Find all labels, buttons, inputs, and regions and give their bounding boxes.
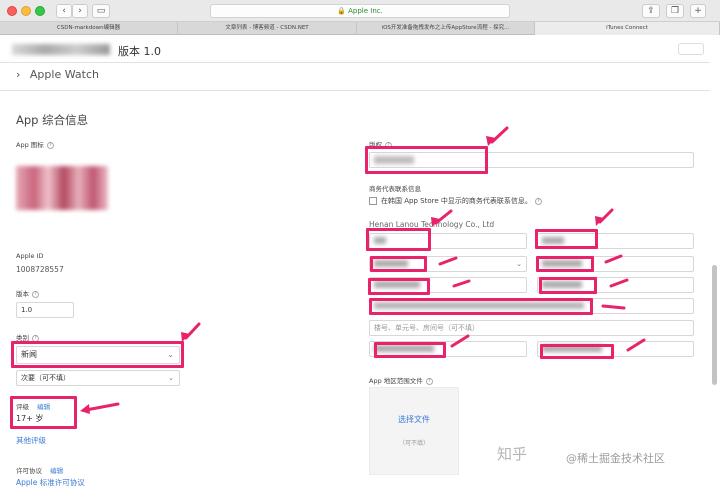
arrow-rating <box>84 402 120 412</box>
arrow-email <box>452 279 471 288</box>
arrow-state <box>450 334 470 348</box>
arrow-first-name <box>434 209 453 225</box>
arrow-city <box>609 278 629 288</box>
watermark-text: @稀土掘金技术社区 <box>566 452 665 465</box>
watermark-brand: 知乎 <box>497 445 528 463</box>
arrow-postal-code <box>626 338 646 352</box>
arrow-copyright <box>490 126 509 144</box>
arrow-head <box>80 404 90 414</box>
arrow-phone <box>604 254 623 264</box>
arrow-address <box>601 304 626 310</box>
arrow-country-code <box>438 256 458 266</box>
annotation-arrows <box>80 126 646 414</box>
